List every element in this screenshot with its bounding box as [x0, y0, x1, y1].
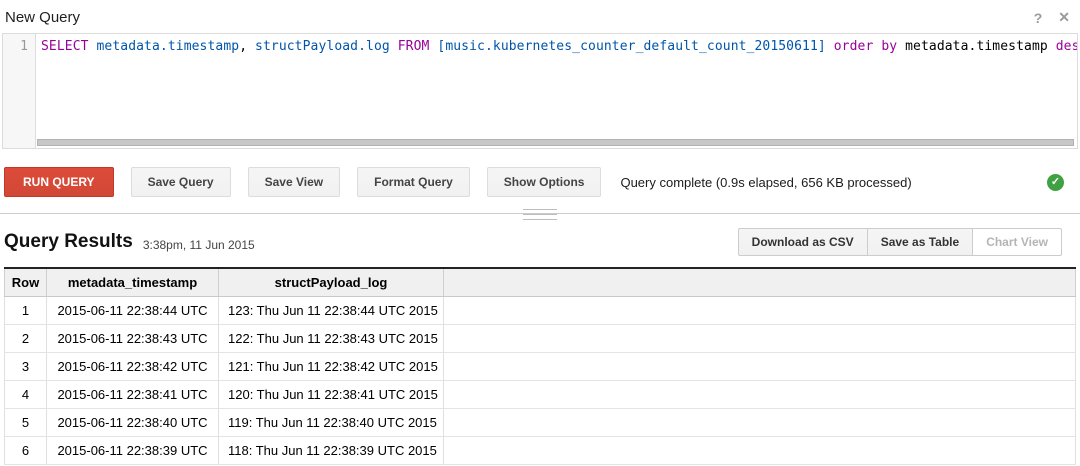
timestamp-cell: 2015-06-11 22:38:41 UTC	[47, 380, 219, 408]
chart-view-button: Chart View	[972, 228, 1062, 256]
code-token-plain: ,	[239, 39, 255, 54]
log-cell: 118: Thu Jun 11 22:38:39 UTC 2015	[219, 436, 444, 464]
results-timestamp: 3:38pm, 11 Jun 2015	[143, 238, 255, 252]
table-row: 52015-06-11 22:38:40 UTC119: Thu Jun 11 …	[5, 408, 1076, 436]
code-token-keyword: by	[881, 39, 897, 54]
line-number: 1	[20, 39, 28, 54]
results-header: Query Results 3:38pm, 11 Jun 2015 Downlo…	[4, 227, 1076, 257]
filler-cell	[444, 408, 1076, 436]
editor-horizontal-scrollbar[interactable]	[37, 139, 1074, 146]
splitter-handle[interactable]	[523, 207, 557, 220]
row-number-cell: 1	[5, 296, 47, 324]
column-header-filler	[444, 268, 1076, 296]
table-row: 12015-06-11 22:38:44 UTC123: Thu Jun 11 …	[5, 296, 1076, 324]
column-header-Row: Row	[5, 268, 47, 296]
table-row: 42015-06-11 22:38:41 UTC120: Thu Jun 11 …	[5, 380, 1076, 408]
code-token-identifier: metadata.timestamp	[97, 39, 240, 54]
results-title: Query Results	[4, 231, 133, 253]
splitter-bar	[523, 209, 557, 210]
code-token-identifier: structPayload.log	[255, 39, 390, 54]
timestamp-cell: 2015-06-11 22:38:39 UTC	[47, 436, 219, 464]
splitter-divider	[0, 213, 1080, 214]
panel-header: New Query ? ✕	[0, 0, 1080, 28]
save-view-button[interactable]: Save View	[248, 167, 341, 197]
column-header-metadata_timestamp: metadata_timestamp	[47, 268, 219, 296]
show-options-button[interactable]: Show Options	[487, 167, 602, 197]
code-token-identifier: [music.kubernetes_counter_default_count_…	[437, 39, 825, 54]
log-cell: 122: Thu Jun 11 22:38:43 UTC 2015	[219, 324, 444, 352]
page-title: New Query	[5, 9, 80, 26]
splitter-bar	[523, 219, 557, 220]
filler-cell	[444, 436, 1076, 464]
code-token-keyword: order	[834, 39, 874, 54]
code-token-keyword: SELECT	[41, 39, 89, 54]
code-token-keyword: FROM	[398, 39, 430, 54]
save-as-table-button[interactable]: Save as Table	[867, 228, 974, 256]
timestamp-cell: 2015-06-11 22:38:44 UTC	[47, 296, 219, 324]
query-status-text: Query complete (0.9s elapsed, 656 KB pro…	[620, 175, 911, 190]
code-token-plain: metadata.timestamp	[897, 39, 1056, 54]
timestamp-cell: 2015-06-11 22:38:43 UTC	[47, 324, 219, 352]
results-table: Rowmetadata_timestampstructPayload_log 1…	[4, 267, 1076, 465]
editor-gutter: 1	[3, 34, 36, 148]
timestamp-cell: 2015-06-11 22:38:42 UTC	[47, 352, 219, 380]
row-number-cell: 2	[5, 324, 47, 352]
table-row: 32015-06-11 22:38:42 UTC121: Thu Jun 11 …	[5, 352, 1076, 380]
run-query-button[interactable]: RUN QUERY	[4, 167, 114, 197]
table-row: 22015-06-11 22:38:43 UTC122: Thu Jun 11 …	[5, 324, 1076, 352]
save-query-button[interactable]: Save Query	[131, 167, 231, 197]
log-cell: 119: Thu Jun 11 22:38:40 UTC 2015	[219, 408, 444, 436]
column-header-structPayload_log: structPayload_log	[219, 268, 444, 296]
log-cell: 123: Thu Jun 11 22:38:44 UTC 2015	[219, 296, 444, 324]
success-check-icon: ✓	[1047, 174, 1064, 191]
row-number-cell: 5	[5, 408, 47, 436]
row-number-cell: 4	[5, 380, 47, 408]
code-token-plain	[89, 39, 97, 54]
filler-cell	[444, 380, 1076, 408]
code-line: SELECT metadata.timestamp, structPayload…	[41, 39, 1077, 54]
help-icon[interactable]: ?	[1034, 10, 1043, 26]
code-token-keyword: desc	[1056, 39, 1077, 54]
filler-cell	[444, 296, 1076, 324]
log-cell: 121: Thu Jun 11 22:38:42 UTC 2015	[219, 352, 444, 380]
table-row: 62015-06-11 22:38:39 UTC118: Thu Jun 11 …	[5, 436, 1076, 464]
toolbar: RUN QUERY Save Query Save View Format Quer…	[4, 167, 1076, 197]
code-area[interactable]: SELECT metadata.timestamp, structPayload…	[36, 34, 1077, 148]
format-query-button[interactable]: Format Query	[357, 167, 470, 197]
table-header-row: Rowmetadata_timestampstructPayload_log	[5, 268, 1076, 296]
filler-cell	[444, 352, 1076, 380]
download-as-csv-button[interactable]: Download as CSV	[738, 228, 868, 256]
code-token-plain	[390, 39, 398, 54]
splitter-bar	[523, 214, 557, 215]
row-number-cell: 3	[5, 352, 47, 380]
panel-icons: ? ✕	[1034, 9, 1070, 26]
close-icon[interactable]: ✕	[1058, 9, 1070, 26]
log-cell: 120: Thu Jun 11 22:38:41 UTC 2015	[219, 380, 444, 408]
query-editor[interactable]: 1 SELECT metadata.timestamp, structPaylo…	[2, 33, 1078, 149]
row-number-cell: 6	[5, 436, 47, 464]
results-action-group: Download as CSVSave as TableChart View	[738, 228, 1062, 256]
timestamp-cell: 2015-06-11 22:38:40 UTC	[47, 408, 219, 436]
code-token-plain	[826, 39, 834, 54]
filler-cell	[444, 324, 1076, 352]
toolbar-buttons: Save Query Save View Format Query Show Opti…	[114, 167, 602, 197]
